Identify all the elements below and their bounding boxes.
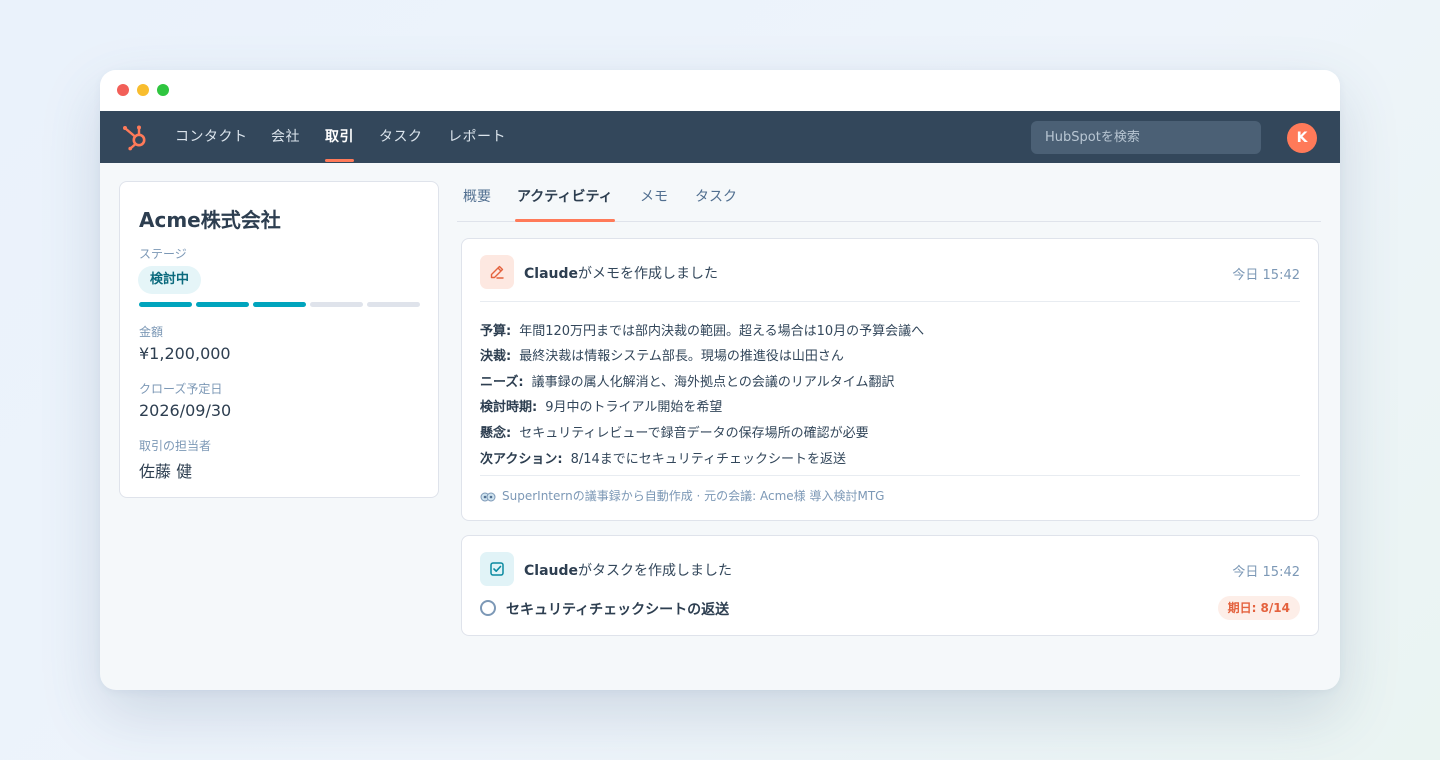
note-line: 予算: 年間120万円までは部内決裁の範囲。超える場合は10月の予算会議へ [480, 320, 924, 339]
record-tabs: 概要 アクティビティ メモ タスク [457, 173, 1321, 222]
stage-segment [253, 302, 306, 307]
task-activity-card[interactable]: Claudeがタスクを作成しました 今日 15:42 セキュリティチェックシート… [461, 535, 1319, 636]
note-line: 検討時期: 9月中のトライアル開始を希望 [480, 396, 722, 415]
stage-label: ステージ [139, 247, 187, 261]
note-line: 懸念: セキュリティレビューで録音データの保存場所の確認が必要 [480, 422, 869, 441]
divider [480, 475, 1300, 476]
activity-actor: Claude [524, 266, 579, 282]
tab-tasks[interactable]: タスク [695, 173, 737, 221]
stage-segment [367, 302, 420, 307]
note-line-value: 議事録の属人化解消と、海外拠点との会議のリアルタイム翻訳 [531, 375, 895, 390]
tab-activity[interactable]: アクティビティ [515, 173, 615, 222]
note-activity-title: Claudeがメモを作成しました [524, 263, 718, 283]
note-line-key: 決裁: [480, 349, 512, 364]
pencil-icon [480, 255, 514, 289]
note-line-value: 8/14までにセキュリティチェックシートを返送 [570, 452, 846, 467]
checkbox-icon [480, 552, 514, 586]
task-complete-checkbox[interactable] [480, 600, 496, 616]
search-input[interactable] [1031, 121, 1261, 154]
note-source-text[interactable]: SuperInternの議事録から自動作成 · 元の会議: Acme様 導入検討… [502, 489, 884, 503]
nav-contacts[interactable]: コンタクト [175, 111, 248, 163]
app-window: コンタクト 会社 取引 タスク レポート K Acme株式会社 ステージ 検討中… [100, 70, 1340, 690]
stage-segment [139, 302, 192, 307]
note-line-value: セキュリティレビューで録音データの保存場所の確認が必要 [519, 426, 869, 441]
superintern-icon [480, 492, 496, 502]
note-line-key: 予算: [480, 324, 512, 339]
task-name[interactable]: セキュリティチェックシートの返送 [506, 599, 729, 619]
stage-segment [310, 302, 363, 307]
stage-progress-bar [139, 302, 421, 307]
owner-value[interactable]: 佐藤 健 [139, 458, 192, 482]
note-timestamp: 今日 15:42 [1232, 268, 1300, 283]
activity-actor: Claude [524, 563, 579, 579]
note-line-key: ニーズ: [480, 375, 524, 390]
nav-reports[interactable]: レポート [448, 111, 506, 163]
divider [480, 301, 1300, 302]
stage-segment [196, 302, 249, 307]
due-date-badge: 期日: 8/14 [1217, 596, 1300, 620]
activity-action: がタスクを作成しました [578, 563, 733, 579]
owner-label: 取引の担当者 [139, 439, 212, 453]
note-line: 次アクション: 8/14までにセキュリティチェックシートを返送 [480, 448, 846, 467]
task-activity-title: Claudeがタスクを作成しました [524, 560, 732, 580]
top-navbar: コンタクト 会社 取引 タスク レポート K [100, 111, 1340, 163]
amount-value[interactable]: ¥1,200,000 [139, 344, 231, 363]
window-titlebar [100, 70, 1340, 111]
maximize-window-button[interactable] [157, 84, 169, 96]
note-line-key: 懸念: [480, 426, 512, 441]
note-source: SuperInternの議事録から自動作成 · 元の会議: Acme様 導入検討… [480, 487, 884, 504]
note-line-key: 検討時期: [480, 400, 538, 415]
deal-summary-card: Acme株式会社 ステージ 検討中 金額 ¥1,200,000 クローズ予定日 … [119, 181, 439, 498]
note-line-value: 9月中のトライアル開始を希望 [545, 400, 723, 415]
close-date-label: クローズ予定日 [139, 382, 223, 396]
note-line: ニーズ: 議事録の属人化解消と、海外拠点との会議のリアルタイム翻訳 [480, 371, 895, 390]
avatar[interactable]: K [1287, 123, 1317, 153]
activity-action: がメモを作成しました [578, 266, 719, 282]
close-window-button[interactable] [117, 84, 129, 96]
note-activity-card[interactable]: Claudeがメモを作成しました 今日 15:42 予算: 年間120万円までは部… [461, 238, 1319, 521]
close-date-value[interactable]: 2026/09/30 [139, 401, 231, 420]
nav-deals[interactable]: 取引 [325, 111, 354, 163]
note-line-value: 最終決裁は情報システム部長。現場の推進役は山田さん [519, 349, 844, 364]
note-line-value: 年間120万円までは部内決裁の範囲。超える場合は10月の予算会議へ [519, 324, 925, 339]
minimize-window-button[interactable] [137, 84, 149, 96]
task-timestamp: 今日 15:42 [1232, 565, 1300, 580]
stage-badge[interactable]: 検討中 [138, 266, 202, 294]
hubspot-logo-icon[interactable] [120, 123, 150, 151]
amount-label: 金額 [139, 325, 164, 339]
tab-overview[interactable]: 概要 [463, 173, 491, 221]
note-line: 決裁: 最終決裁は情報システム部長。現場の推進役は山田さん [480, 345, 844, 364]
tab-notes[interactable]: メモ [640, 173, 668, 221]
nav-companies[interactable]: 会社 [271, 111, 300, 163]
nav-tasks[interactable]: タスク [379, 111, 423, 163]
note-line-key: 次アクション: [480, 452, 563, 467]
deal-name: Acme株式会社 [139, 208, 281, 232]
